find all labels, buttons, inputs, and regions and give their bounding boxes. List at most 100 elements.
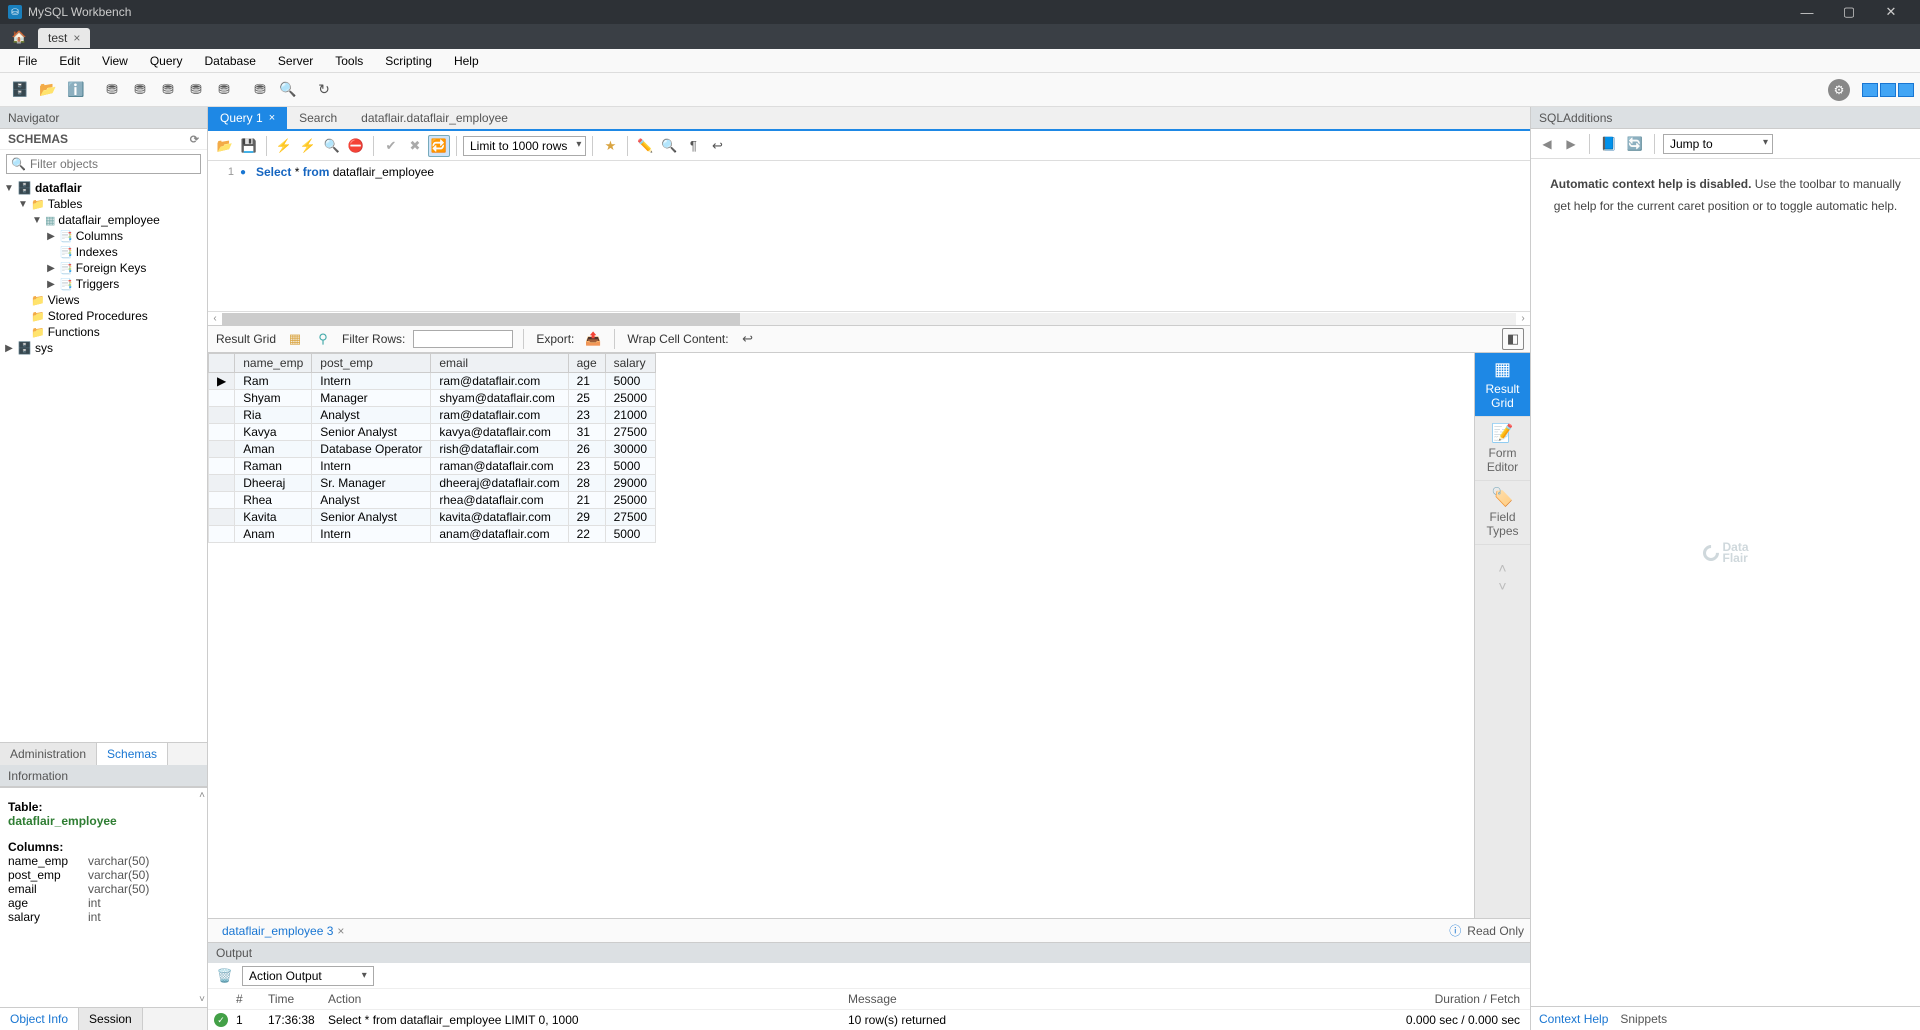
result-filter-icon[interactable]: ⚲: [312, 328, 334, 350]
jump-to-dropdown[interactable]: Jump to: [1663, 134, 1773, 154]
table-row[interactable]: RamanInternraman@dataflair.com235000: [209, 458, 656, 475]
filter-rows-input[interactable]: [413, 330, 513, 348]
result-tab[interactable]: dataflair_employee 3×: [214, 922, 352, 940]
help-icon[interactable]: 📘: [1598, 133, 1620, 155]
tree-db-dataflair[interactable]: ▼🗄️dataflair: [4, 180, 203, 196]
tab-search[interactable]: Search: [287, 107, 349, 129]
row-limit-dropdown[interactable]: Limit to 1000 rows: [463, 136, 586, 156]
sidetab-form-editor[interactable]: 📝Form Editor: [1475, 417, 1530, 481]
toggle-bottom-panel-icon[interactable]: [1880, 83, 1896, 97]
forward-icon[interactable]: ▶: [1561, 134, 1581, 154]
refresh-icon[interactable]: ⟳: [190, 133, 199, 146]
table-row[interactable]: RiaAnalystram@dataflair.com2321000: [209, 407, 656, 424]
table-row[interactable]: AnamInternanam@dataflair.com225000: [209, 526, 656, 543]
panel-mode-icon[interactable]: ◧: [1502, 328, 1524, 350]
tab-query1[interactable]: Query 1×: [208, 107, 287, 129]
sidetab-up-icon[interactable]: ˄: [1498, 560, 1506, 576]
tree-functions[interactable]: 📁Functions: [4, 324, 203, 340]
menu-tools[interactable]: Tools: [325, 51, 373, 71]
breakpoint-icon[interactable]: ●: [240, 167, 250, 178]
data-export-icon[interactable]: ⛃: [212, 78, 236, 102]
menu-database[interactable]: Database: [195, 51, 266, 71]
open-file-icon[interactable]: 📂: [214, 135, 236, 157]
server-status-icon[interactable]: ⛃: [100, 78, 124, 102]
tab-schemas[interactable]: Schemas: [97, 743, 168, 765]
toggle-right-panel-icon[interactable]: [1898, 83, 1914, 97]
tree-foreign-keys[interactable]: ▶📑Foreign Keys: [4, 260, 203, 276]
tree-table-employee[interactable]: ▼▦dataflair_employee: [4, 212, 203, 228]
table-row[interactable]: KavyaSenior Analystkavya@dataflair.com31…: [209, 424, 656, 441]
tab-administration[interactable]: Administration: [0, 743, 97, 765]
output-row[interactable]: ✓ 1 17:36:38 Select * from dataflair_emp…: [208, 1010, 1530, 1030]
output-mode-dropdown[interactable]: Action Output: [242, 966, 374, 986]
tree-triggers[interactable]: ▶📑Triggers: [4, 276, 203, 292]
commit-icon[interactable]: ✔: [380, 135, 402, 157]
table-row[interactable]: ▶RamInternram@dataflair.com215000: [209, 373, 656, 390]
data-import-icon[interactable]: ⛃: [248, 78, 272, 102]
table-row[interactable]: DheerajSr. Managerdheeraj@dataflair.com2…: [209, 475, 656, 492]
tab-breadcrumb[interactable]: dataflair.dataflair_employee: [349, 107, 520, 129]
gear-icon[interactable]: ⚙: [1828, 79, 1850, 101]
toggle-left-panel-icon[interactable]: [1862, 83, 1878, 97]
table-row[interactable]: AmanDatabase Operatorrish@dataflair.com2…: [209, 441, 656, 458]
close-icon[interactable]: ×: [269, 112, 275, 124]
sidetab-field-types[interactable]: 🏷️Field Types: [1475, 481, 1530, 545]
close-icon[interactable]: ×: [73, 31, 80, 45]
close-icon[interactable]: ×: [337, 924, 344, 938]
wrap-icon[interactable]: ↩: [706, 135, 728, 157]
schema-filter[interactable]: 🔍: [6, 154, 201, 174]
column-header[interactable]: salary: [605, 354, 655, 373]
beautify-icon[interactable]: ✏️: [634, 135, 656, 157]
new-sql-tab-icon[interactable]: 🗄️: [8, 78, 32, 102]
menu-edit[interactable]: Edit: [49, 51, 90, 71]
open-sql-icon[interactable]: 📂: [36, 78, 60, 102]
client-connections-icon[interactable]: ⛃: [128, 78, 152, 102]
tab-context-help[interactable]: Context Help: [1539, 1012, 1608, 1026]
search-objects-icon[interactable]: 🔍: [276, 78, 300, 102]
tab-object-info[interactable]: Object Info: [0, 1008, 79, 1030]
menu-server[interactable]: Server: [268, 51, 323, 71]
schema-tree[interactable]: ▼🗄️dataflair ▼📁Tables ▼▦dataflair_employ…: [0, 178, 207, 742]
menu-query[interactable]: Query: [140, 51, 193, 71]
tab-session[interactable]: Session: [79, 1008, 143, 1030]
wrap-content-icon[interactable]: ↩: [737, 328, 759, 350]
minimize-button[interactable]: —: [1786, 0, 1828, 24]
tree-indexes[interactable]: 📑Indexes: [4, 244, 203, 260]
table-row[interactable]: KavitaSenior Analystkavita@dataflair.com…: [209, 509, 656, 526]
menu-file[interactable]: File: [8, 51, 47, 71]
favorite-icon[interactable]: ★: [599, 135, 621, 157]
output-clear-icon[interactable]: 🗑️: [214, 965, 236, 987]
save-file-icon[interactable]: 💾: [238, 135, 260, 157]
tree-columns[interactable]: ▶📑Columns: [4, 228, 203, 244]
schema-filter-input[interactable]: [30, 157, 196, 171]
users-privileges-icon[interactable]: ⛃: [156, 78, 180, 102]
column-header[interactable]: post_emp: [312, 354, 431, 373]
execute-icon[interactable]: ⚡: [273, 135, 295, 157]
find-icon[interactable]: 🔍: [658, 135, 680, 157]
editor-scrollbar[interactable]: ‹ ›: [208, 311, 1530, 325]
home-button[interactable]: 🏠: [0, 24, 38, 49]
column-header[interactable]: email: [431, 354, 568, 373]
connection-tab-test[interactable]: test ×: [38, 28, 90, 48]
column-header[interactable]: name_emp: [235, 354, 312, 373]
column-header[interactable]: age: [568, 354, 605, 373]
explain-icon[interactable]: 🔍: [321, 135, 343, 157]
close-button[interactable]: ✕: [1870, 0, 1912, 24]
scroll-up-icon[interactable]: ˄: [199, 790, 205, 801]
export-icon[interactable]: 📤: [582, 328, 604, 350]
invisible-chars-icon[interactable]: ¶: [682, 135, 704, 157]
rollback-icon[interactable]: ✖: [404, 135, 426, 157]
autocommit-icon[interactable]: 🔁: [428, 135, 450, 157]
tree-stored-procedures[interactable]: 📁Stored Procedures: [4, 308, 203, 324]
table-row[interactable]: RheaAnalystrhea@dataflair.com2125000: [209, 492, 656, 509]
maximize-button[interactable]: ▢: [1828, 0, 1870, 24]
execute-current-icon[interactable]: ⚡: [297, 135, 319, 157]
scroll-down-icon[interactable]: ˅: [199, 994, 205, 1005]
tree-tables[interactable]: ▼📁Tables: [4, 196, 203, 212]
status-variables-icon[interactable]: ⛃: [184, 78, 208, 102]
table-row[interactable]: ShyamManagershyam@dataflair.com2525000: [209, 390, 656, 407]
tree-db-sys[interactable]: ▶🗄️sys: [4, 340, 203, 356]
scroll-right-icon[interactable]: ›: [1516, 312, 1530, 326]
menu-scripting[interactable]: Scripting: [375, 51, 442, 71]
sql-editor[interactable]: 1 ● Select * from dataflair_employee: [208, 161, 1530, 311]
